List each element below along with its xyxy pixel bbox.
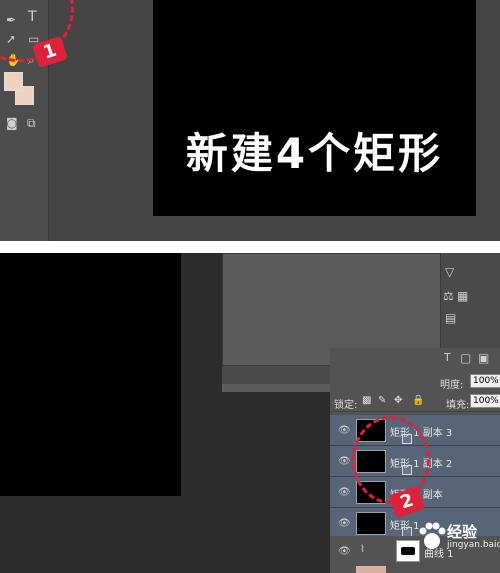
baidu-jingyan-watermark: 经验 jingyan.baidu.com: [414, 519, 500, 569]
type-filter-icon[interactable]: T: [444, 351, 451, 364]
smart-object-filter-icon[interactable]: ▣: [478, 351, 489, 365]
lock-label: 锁定:: [334, 400, 358, 411]
shape-filter-icon[interactable]: ▢: [460, 351, 471, 365]
canvas[interactable]: [0, 253, 181, 496]
top-screenshot: ✒ T ➚ ▭ ✋ ⌕ ◙ ⧉ 新建4个矩形 1: [0, 0, 500, 241]
watermark-url: jingyan.baidu.com: [447, 540, 500, 550]
bottom-screenshot: 🗑 ▽ ⚖ ▦ ▤ T ▢ ▣ 明度: 100% 锁定: ▩ ✎ ✥ 🔒 填充:…: [0, 253, 500, 573]
triangle-icon[interactable]: ▽: [445, 265, 454, 279]
gradient-map-icon[interactable]: ▤: [445, 311, 456, 325]
instruction-overlay-text: 新建4个矩形: [185, 129, 444, 178]
watermark-text: 经验: [447, 523, 478, 541]
eye-icon[interactable]: 👁: [338, 518, 351, 529]
screen-mode-icon[interactable]: ⧉: [27, 117, 36, 129]
fill-input[interactable]: 100%: [470, 394, 500, 408]
paw-logo-icon: [419, 522, 446, 549]
eye-icon[interactable]: 👁: [338, 546, 351, 557]
eye-icon[interactable]: 👁: [338, 425, 351, 436]
canvas[interactable]: [153, 0, 476, 216]
lock-pixels-icon[interactable]: ▩: [362, 395, 371, 406]
lock-row: 锁定: ▩ ✎ ✥ 🔒 填充: 100%: [330, 393, 500, 412]
grid-icon[interactable]: ▦: [457, 289, 468, 303]
adjustments-icons: ▽ ⚖ ▦ ▤: [440, 253, 500, 348]
lock-icon[interactable]: 🔒: [412, 395, 424, 406]
curves-icon: ⌇: [360, 544, 365, 555]
color-balance-icon[interactable]: ⚖: [443, 289, 454, 303]
layer-thumbnail: [356, 512, 412, 537]
brush-icon[interactable]: ✎: [378, 395, 386, 406]
opacity-input[interactable]: 100%: [470, 374, 500, 388]
eye-icon[interactable]: 👁: [338, 487, 351, 498]
layer-filter-icons: T ▢ ▣: [440, 349, 500, 369]
move-icon[interactable]: ✥: [394, 395, 402, 406]
opacity-label: 明度:: [440, 380, 464, 391]
divider: [0, 241, 500, 253]
foreground-color-swatch[interactable]: [4, 72, 23, 91]
partial-layer-thumbnail: [356, 566, 386, 573]
quick-mask-icon[interactable]: ◙: [6, 117, 18, 129]
fill-label: 填充:: [446, 400, 470, 411]
eye-icon[interactable]: 👁: [338, 456, 351, 467]
opacity-row: 明度: 100%: [440, 373, 500, 391]
